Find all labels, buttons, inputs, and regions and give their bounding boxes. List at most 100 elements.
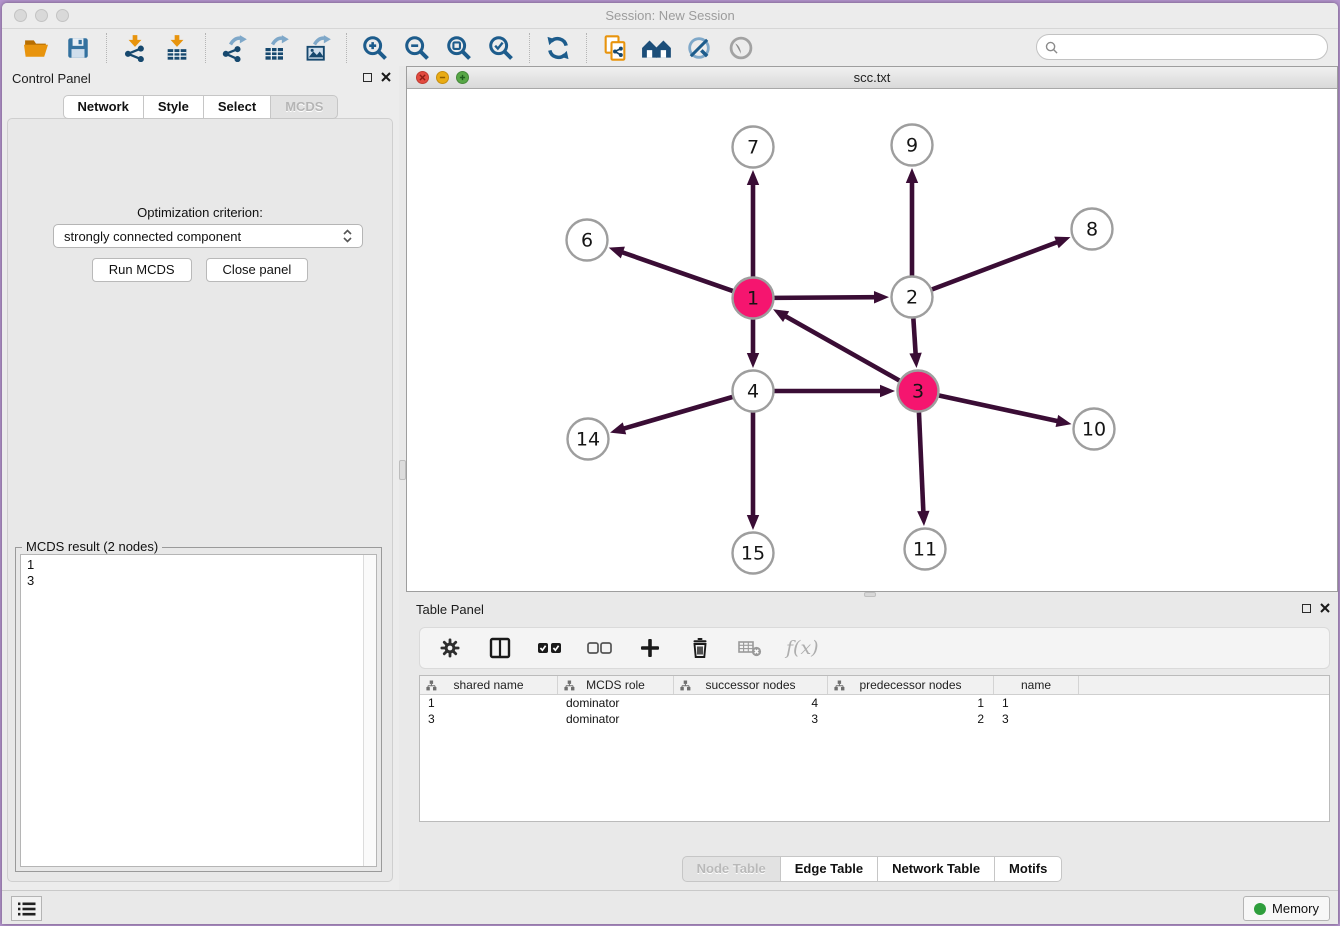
network-window-titlebar[interactable]: scc.txt <box>407 67 1337 89</box>
column-type-icon <box>834 680 845 691</box>
cytoscape-home-icon[interactable] <box>641 33 673 63</box>
cell-predecessor-nodes[interactable]: 2 <box>828 711 994 727</box>
node-label-8: 8 <box>1086 219 1098 241</box>
import-network-button[interactable] <box>119 33 151 63</box>
column-header-successor-nodes[interactable]: successor nodes <box>674 676 828 694</box>
memory-status-icon <box>1254 903 1266 915</box>
fit-content-button[interactable] <box>443 33 475 63</box>
edge-1-6[interactable] <box>621 252 733 291</box>
network-canvas[interactable]: 7968124314101511 <box>407 89 1337 591</box>
delete-column-trash-icon[interactable] <box>686 633 714 663</box>
column-type-icon <box>564 680 575 691</box>
control-panel-tabs: NetworkStyleSelectMCDS <box>2 95 399 119</box>
edge-3-1[interactable] <box>784 316 899 381</box>
hide-graphics-details-icon[interactable] <box>683 33 715 63</box>
column-header-shared-name[interactable]: shared name <box>420 676 558 694</box>
mcds-result-box[interactable]: 1 3 <box>20 554 377 867</box>
edge-arrowhead <box>609 247 625 259</box>
deselect-all-icon[interactable] <box>586 633 614 663</box>
node-table[interactable]: shared nameMCDS rolesuccessor nodes prede… <box>419 675 1330 822</box>
open-session-button[interactable] <box>20 33 52 63</box>
search-icon <box>1045 41 1058 54</box>
tab-mcds[interactable]: MCDS <box>271 95 338 119</box>
add-column-plus-icon[interactable] <box>636 633 664 663</box>
save-session-button[interactable] <box>62 33 94 63</box>
column-header-predecessor-nodes[interactable]: predecessor nodes <box>828 676 994 694</box>
result-scrollbar[interactable] <box>363 555 376 866</box>
panel-splitter-vertical[interactable] <box>399 66 406 890</box>
edge-4-14[interactable] <box>623 397 733 429</box>
tab-style[interactable]: Style <box>144 95 204 119</box>
search-input[interactable] <box>1063 40 1319 55</box>
edge-2-8[interactable] <box>932 242 1058 290</box>
edge-3-11[interactable] <box>919 412 923 513</box>
column-header-name[interactable]: name <box>994 676 1079 694</box>
close-table-panel-icon[interactable] <box>1320 603 1330 613</box>
edge-3-10[interactable] <box>939 396 1059 422</box>
apply-layout-button[interactable] <box>542 33 574 63</box>
node-label-2: 2 <box>906 287 918 309</box>
zoom-in-button[interactable] <box>359 33 391 63</box>
column-header-MCDS-role[interactable]: MCDS role <box>558 676 674 694</box>
show-column-panel-icon[interactable] <box>486 633 514 663</box>
duplicate-network-button[interactable] <box>599 33 631 63</box>
column-label: predecessor nodes <box>859 678 961 692</box>
cell-name[interactable]: 3 <box>994 711 1079 727</box>
tab-motifs[interactable]: Motifs <box>995 856 1062 882</box>
function-builder-icon: f(x) <box>786 637 819 659</box>
cell-MCDS-role[interactable]: dominator <box>558 695 674 711</box>
table-panel: Table Panel <box>406 597 1338 890</box>
table-row[interactable]: 1dominator411 <box>420 695 1329 711</box>
memory-label: Memory <box>1272 901 1319 916</box>
network-title: scc.txt <box>407 70 1337 85</box>
cell-MCDS-role[interactable]: dominator <box>558 711 674 727</box>
edge-arrowhead <box>917 511 929 526</box>
node-label-11: 11 <box>913 539 937 561</box>
edge-arrowhead <box>874 291 889 303</box>
float-panel-icon[interactable] <box>363 73 372 82</box>
table-settings-gear-icon[interactable] <box>436 633 464 663</box>
close-panel-button[interactable]: Close panel <box>206 258 309 282</box>
export-table-button[interactable] <box>260 33 292 63</box>
zoom-out-button[interactable] <box>401 33 433 63</box>
memory-button[interactable]: Memory <box>1243 896 1330 921</box>
import-table-button[interactable] <box>161 33 193 63</box>
cell-successor-nodes[interactable]: 4 <box>674 695 828 711</box>
close-panel-icon[interactable] <box>381 72 391 82</box>
zoom-selected-button[interactable] <box>485 33 517 63</box>
tab-node-table[interactable]: Node Table <box>682 856 781 882</box>
select-all-icon[interactable] <box>536 633 564 663</box>
level-of-detail-eye-icon[interactable] <box>725 33 757 63</box>
run-mcds-button[interactable]: Run MCDS <box>92 258 192 282</box>
cell-name[interactable]: 1 <box>994 695 1079 711</box>
mcds-result-lines: 1 3 <box>27 557 34 589</box>
criterion-dropdown[interactable]: strongly connected component <box>53 224 363 248</box>
float-table-panel-icon[interactable] <box>1302 604 1311 613</box>
app-title: Session: New Session <box>2 8 1338 23</box>
splitter-grip[interactable] <box>399 460 406 480</box>
tab-edge-table[interactable]: Edge Table <box>781 856 878 882</box>
table-row[interactable]: 3dominator323 <box>420 711 1329 727</box>
edge-arrowhead <box>747 353 759 368</box>
edge-2-3[interactable] <box>913 318 915 355</box>
cell-predecessor-nodes[interactable]: 1 <box>828 695 994 711</box>
cell-shared-name[interactable]: 3 <box>420 711 558 727</box>
edge-arrowhead <box>906 168 918 183</box>
edge-1-2[interactable] <box>774 297 876 298</box>
cell-successor-nodes[interactable]: 3 <box>674 711 828 727</box>
edge-arrowhead <box>1056 415 1072 427</box>
task-history-button[interactable] <box>11 896 42 921</box>
control-panel-title: Control Panel <box>12 71 91 86</box>
export-image-button[interactable] <box>302 33 334 63</box>
export-network-button[interactable] <box>218 33 250 63</box>
edge-arrowhead <box>909 353 921 368</box>
tab-select[interactable]: Select <box>204 95 271 119</box>
cell-shared-name[interactable]: 1 <box>420 695 558 711</box>
tab-network[interactable]: Network <box>63 95 144 119</box>
column-label: name <box>1021 678 1051 692</box>
node-label-14: 14 <box>576 429 600 451</box>
tab-network-table[interactable]: Network Table <box>878 856 995 882</box>
search-box[interactable] <box>1036 34 1328 60</box>
node-label-1: 1 <box>747 288 759 310</box>
status-bar: Memory <box>2 890 1338 924</box>
